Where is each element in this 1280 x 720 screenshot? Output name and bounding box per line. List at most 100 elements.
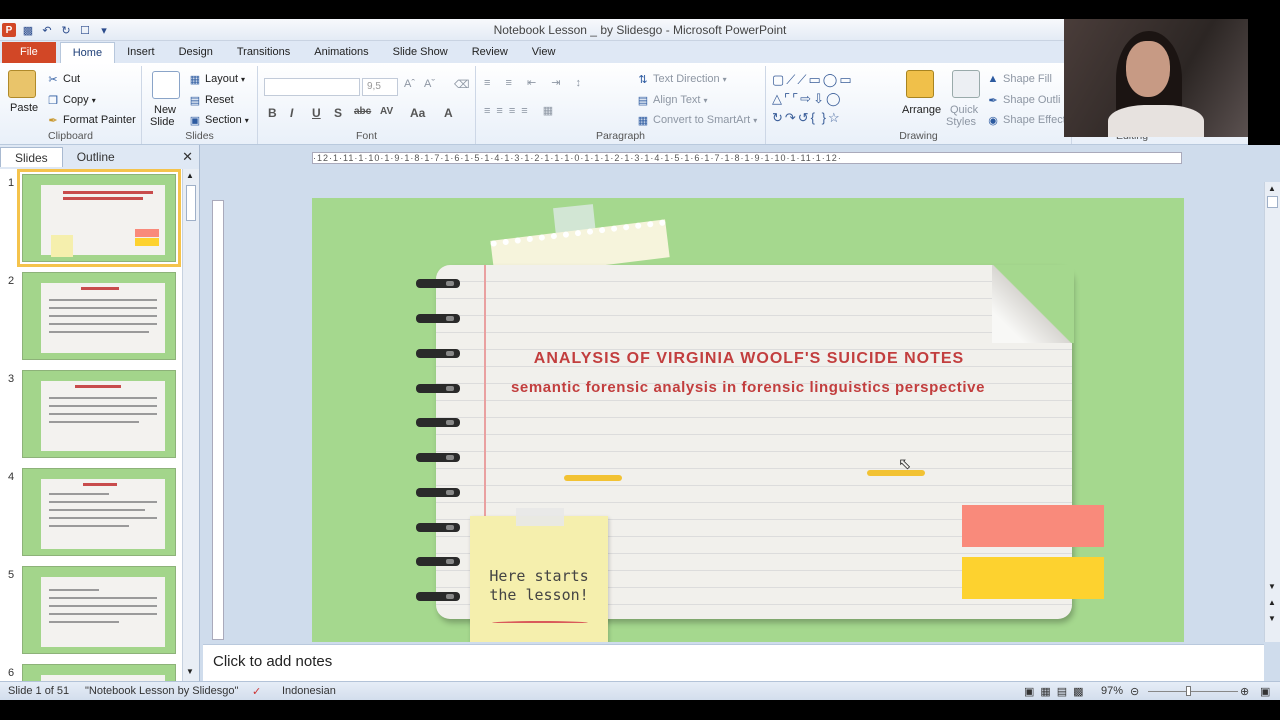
slide-thumbnail-3[interactable] <box>22 370 176 458</box>
scroll-thumb[interactable] <box>186 185 196 221</box>
zoom-slider[interactable] <box>1148 691 1238 692</box>
tab-animations[interactable]: Animations <box>302 42 380 63</box>
tab-slide-show[interactable]: Slide Show <box>381 42 460 63</box>
language-indicator[interactable]: Indonesian <box>282 685 336 697</box>
previous-slide-icon[interactable]: ▲ <box>1268 598 1276 607</box>
tab-view[interactable]: View <box>520 42 568 63</box>
font-color-icon[interactable]: A <box>444 106 453 120</box>
scroll-down-icon[interactable]: ▼ <box>186 667 194 676</box>
align-buttons[interactable]: ≡≡≡≡ ▦ <box>484 104 559 117</box>
copy-button[interactable]: ❐ Copy ▾ <box>46 93 96 107</box>
thumbnail-text <box>49 589 99 591</box>
underline-icon[interactable]: U <box>312 106 321 120</box>
italic-icon[interactable]: I <box>290 106 293 120</box>
cut-button[interactable]: ✂ Cut <box>46 72 80 86</box>
close-icon[interactable]: ✕ <box>182 149 193 165</box>
quick-styles-icon[interactable] <box>952 70 980 98</box>
next-slide-icon[interactable]: ▼ <box>1268 614 1276 623</box>
section-button[interactable]: ▣ Section ▾ <box>188 113 249 127</box>
font-name-combo[interactable] <box>264 78 360 96</box>
shape-outline-button[interactable]: ✒ Shape Outli <box>986 93 1060 107</box>
thumbnail-swatch <box>135 229 159 237</box>
bold-icon[interactable]: B <box>268 106 277 120</box>
notes-pane[interactable]: Click to add notes <box>203 644 1264 681</box>
view-buttons[interactable]: ▣▦▤▩ <box>1024 685 1090 698</box>
sticky-note-text[interactable]: Here starts the lesson! <box>470 567 608 605</box>
shape-fill-button[interactable]: ▲ Shape Fill <box>986 72 1052 86</box>
thumbnail-text <box>49 315 157 317</box>
tab-transitions[interactable]: Transitions <box>225 42 302 63</box>
tab-review[interactable]: Review <box>460 42 520 63</box>
thumbnail-title <box>83 483 117 486</box>
thumbnail-text <box>49 413 157 415</box>
paste-button[interactable]: Paste <box>10 102 38 114</box>
slide-thumbnail-4[interactable] <box>22 468 176 556</box>
theme-name[interactable]: "Notebook Lesson by Slidesgo" <box>85 685 238 697</box>
slide-subtitle[interactable]: semantic forensic analysis in forensic l… <box>312 379 1184 396</box>
clear-formatting-icon[interactable]: ⌫ <box>454 78 470 91</box>
thumbnail-text <box>49 525 129 527</box>
arrange-icon[interactable] <box>906 70 934 98</box>
quick-styles-button[interactable]: Quick <box>950 104 978 116</box>
new-slide-label[interactable]: New <box>154 104 176 116</box>
fit-window-icon[interactable]: ▣ <box>1260 685 1270 698</box>
thumbnail-text <box>49 613 157 615</box>
shadow-icon[interactable]: S <box>334 106 342 120</box>
tab-slides[interactable]: Slides <box>0 147 63 167</box>
tab-design[interactable]: Design <box>167 42 225 63</box>
zoom-level[interactable]: 97% <box>1101 685 1123 697</box>
zoom-in-icon[interactable]: ⊕ <box>1240 685 1249 698</box>
change-case-icon[interactable]: Aa <box>410 106 425 120</box>
convert-smartart-button[interactable]: ▦ Convert to SmartArt ▾ <box>636 113 757 127</box>
font-size-combo[interactable]: 9,5 <box>362 78 398 96</box>
character-spacing-icon[interactable]: AV <box>380 106 393 117</box>
scroll-thumb[interactable] <box>1267 196 1278 208</box>
reset-button[interactable]: ▤ Reset <box>188 93 234 107</box>
workspace: Slides Outline ✕ 1 2 3 4 5 6 ▲ ▼ ·12·1·1… <box>0 145 1280 681</box>
zoom-out-icon[interactable]: ⊝ <box>1130 685 1139 698</box>
slide-thumbnail-5[interactable] <box>22 566 176 654</box>
scroll-up-icon[interactable]: ▲ <box>1268 184 1276 193</box>
reset-label: Reset <box>205 94 234 106</box>
paste-icon[interactable] <box>8 70 36 98</box>
slide-thumbnail-2[interactable] <box>22 272 176 360</box>
paint-bucket-icon: ▲ <box>987 73 999 85</box>
new-slide-label-2[interactable]: Slide <box>150 116 174 128</box>
layout-button[interactable]: ▦ Layout ▾ <box>188 72 245 86</box>
text-direction-button[interactable]: ⇅ Text Direction ▾ <box>636 72 726 86</box>
mouse-cursor-icon: ⬁ <box>898 456 912 473</box>
slide-thumbnail-1[interactable] <box>17 169 181 267</box>
strikethrough-icon[interactable]: abc <box>354 106 371 117</box>
webcam-person-face <box>1126 41 1170 97</box>
zoom-slider-thumb[interactable] <box>1186 686 1191 696</box>
new-slide-icon[interactable] <box>152 71 180 99</box>
slide-title[interactable]: ANALYSIS OF VIRGINIA WOOLF'S SUICIDE NOT… <box>312 350 1184 368</box>
arrange-button[interactable]: Arrange <box>902 104 941 116</box>
thumbnail-text <box>49 331 149 333</box>
slide-canvas[interactable]: ANALYSIS OF VIRGINIA WOOLF'S SUICIDE NOT… <box>312 198 1184 642</box>
thumb-number: 5 <box>8 569 15 581</box>
shape-effects-button[interactable]: ◉ Shape Effect <box>986 113 1066 127</box>
format-painter-button[interactable]: ✒ Format Painter <box>46 113 135 127</box>
page-curl-decoration <box>992 265 1074 343</box>
panel-tabs: Slides Outline <box>0 147 200 167</box>
shapes-gallery[interactable]: ▢⟋⟋▭◯▭ △⌜⌜⇨⇩◯ ↻↷↺{ }☆ <box>772 70 890 126</box>
tab-home[interactable]: Home <box>59 42 116 63</box>
scroll-down-icon[interactable]: ▼ <box>1268 582 1276 591</box>
spelling-icon[interactable]: ✓ <box>252 685 261 698</box>
quick-styles-label-2[interactable]: Styles <box>946 116 976 128</box>
thumbnail-list[interactable]: 1 2 3 4 5 6 <box>0 169 182 681</box>
tab-outline[interactable]: Outline <box>63 147 129 167</box>
align-text-button[interactable]: ▤ Align Text ▾ <box>636 93 708 107</box>
list-buttons[interactable]: ≡ ≡ ⇤ ⇥ ↕ <box>484 76 587 89</box>
shrink-font-icon[interactable]: Aˇ <box>424 78 435 90</box>
thumbnail-scrollbar[interactable]: ▲ ▼ <box>182 169 199 681</box>
notes-placeholder[interactable]: Click to add notes <box>213 653 332 670</box>
tab-file[interactable]: File <box>2 42 56 63</box>
editor-scrollbar[interactable]: ▲ ▼ ▲ ▼ <box>1264 182 1280 642</box>
thumbnail-text <box>49 405 157 407</box>
scroll-up-icon[interactable]: ▲ <box>186 171 194 180</box>
grow-font-icon[interactable]: Aˆ <box>404 78 415 90</box>
slide-thumbnail-6[interactable] <box>22 664 176 681</box>
tab-insert[interactable]: Insert <box>115 42 167 63</box>
